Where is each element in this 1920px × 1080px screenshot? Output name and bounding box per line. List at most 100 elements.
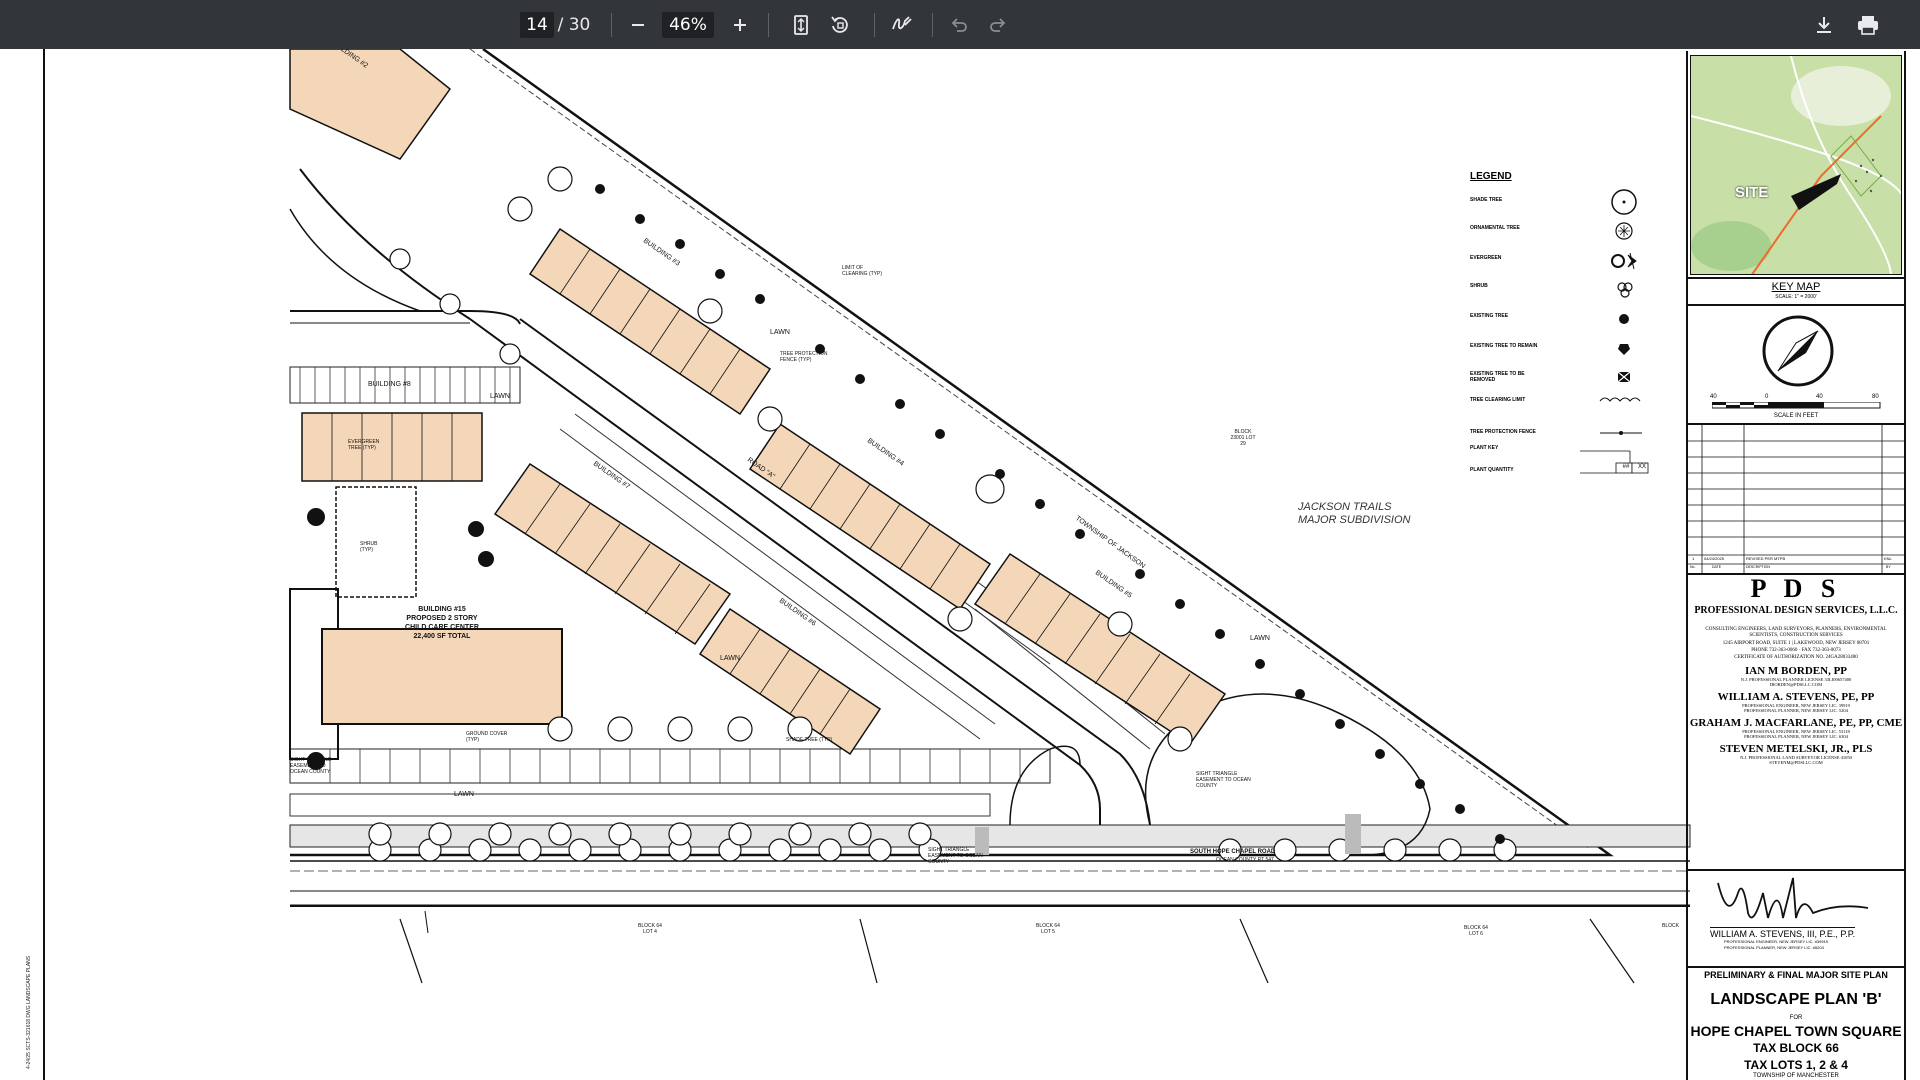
fit-page-button[interactable]: [783, 0, 819, 49]
revision-number: 1: [1692, 556, 1695, 561]
building-15-footprint: [321, 628, 563, 725]
toolbar-divider: [932, 13, 933, 37]
professional-email: IBORDEN@PDSLLC.COM: [1769, 682, 1823, 687]
firm-phone: PHONE 732-363-0060 · FAX 732-363-0073: [1751, 648, 1841, 653]
plus-icon: [734, 18, 746, 31]
legend-item-label: PLANT KEY: [1470, 445, 1499, 451]
road-route-label: OCEAN COUNTY RT 547: [1216, 857, 1274, 863]
fit-page-icon: [794, 14, 808, 35]
key-map-scale: SCALE: 1" = 2000': [1775, 294, 1817, 300]
building-15-desc-2: CHILD CARE CENTER: [405, 624, 479, 631]
firm-name: PROFESSIONAL DESIGN SERVICES, L.L.C.: [1694, 605, 1898, 616]
key-map-title: KEY MAP: [1771, 281, 1821, 293]
legend-item-label: EXISTING TREE TO BE REMOVED: [1470, 371, 1525, 383]
zoom-in-button[interactable]: [722, 0, 758, 49]
scale-caption: SCALE IN FEET: [1773, 413, 1819, 419]
block-lot-label: BLOCK 64 LOT 5: [1036, 923, 1060, 935]
legend-symbols: [1580, 189, 1649, 474]
scale-tick: 80: [1872, 394, 1879, 400]
print-button[interactable]: [1850, 0, 1886, 49]
lawn-label: LAWN: [490, 393, 510, 400]
limit-clearing-label: LIMIT OF CLEARING (TYP): [842, 265, 883, 277]
ground-cover-label: GROUND COVER (TYP): [466, 731, 508, 743]
legend-item-label: EXISTING TREE TO REMAIN: [1470, 343, 1538, 349]
professional-name: GRAHAM J. MACFARLANE, PE, PP, CME: [1689, 717, 1903, 729]
existing-tree-remain-symbol-icon: [1618, 344, 1630, 355]
download-button[interactable]: [1806, 0, 1842, 49]
revision-table: [1688, 425, 1904, 573]
plant-quantity-tag: XX: [1637, 464, 1646, 470]
block-lot-label: BLOCK 64 LOT 6: [1464, 925, 1488, 937]
file-path-side-text: 4-24/25 SCTS-321618 DWG LANDSCAPE PLANS: [26, 955, 32, 1069]
sight-triangle-right-label: SIGHT TRIANGLE EASEMENT TO OCEAN COUNTY: [1196, 771, 1251, 789]
redo-button[interactable]: [980, 0, 1016, 49]
rotate-icon: [831, 15, 848, 33]
building-15-area: 22,400 SF TOTAL: [413, 633, 471, 640]
clearing-limit-line-icon: [1599, 397, 1641, 402]
existing-tree-symbol-icon: [1619, 314, 1629, 324]
sheet-title: LANDSCAPE PLAN 'B': [1710, 991, 1882, 1008]
building-8-label: BUILDING #8: [368, 381, 411, 388]
scale-tick: 0: [1765, 394, 1769, 400]
professional-license: PROFESSIONAL PLANNER, NEW JERSEY LIC. 52…: [1744, 708, 1848, 713]
legend-item-label: PLANT QUANTITY: [1470, 467, 1514, 473]
firm-certificate: CERTIFICATE OF AUTHORIZATION NO. 24GA280…: [1734, 655, 1858, 660]
professional-name: WILLIAM A. STEVENS, PE, PP: [1717, 691, 1875, 703]
professional-license: PROFESSIONAL PLANNER, NEW JERSEY LIC. 63…: [1744, 734, 1848, 739]
rotate-button[interactable]: [822, 0, 858, 49]
tree-protection-label: TREE PROTECTION FENCE (TYP): [780, 351, 828, 363]
sight-triangle-left-label: SIGHT TRIANGLE EASEMENT TO OCEAN COUNTY: [290, 757, 332, 775]
building-2-footprint: [289, 49, 452, 160]
tax-lots: TAX LOTS 1, 2 & 4: [1744, 1058, 1848, 1072]
revision-by: KNL: [1884, 556, 1892, 561]
sheet-for: FOR: [1789, 1015, 1803, 1021]
page-total: / 30: [557, 14, 591, 35]
zoom-input[interactable]: 46%: [662, 11, 714, 38]
block-lot-label: BLOCK: [1662, 923, 1679, 929]
revision-header: No.: [1690, 565, 1696, 569]
signature-name: WILLIAM A. STEVENS, III, P.E., P.P.: [1710, 927, 1856, 939]
existing-tree-removed-symbol-icon: [1617, 371, 1631, 383]
annotate-button[interactable]: [884, 0, 920, 49]
lawn-label: LAWN: [770, 329, 790, 336]
page-number-input[interactable]: 14: [520, 11, 554, 38]
block-lot-label: BLOCK 23001 LOT 29: [1230, 429, 1256, 447]
legend-item-label: ORNAMENTAL TREE: [1470, 225, 1520, 231]
zoom-out-button[interactable]: [620, 0, 656, 49]
toolbar-divider: [611, 13, 612, 37]
professional-name: STEVEN METELSKI, JR., PLS: [1719, 743, 1873, 755]
redo-icon: [990, 17, 1006, 32]
north-arrow-icon: [1762, 315, 1834, 387]
undo-button[interactable]: [941, 0, 977, 49]
sheet-type: PRELIMINARY & FINAL MAJOR SITE PLAN: [1704, 970, 1888, 980]
download-icon: [1817, 16, 1831, 33]
sight-triangle-mid-label: SIGHT TRIANGLE EASEMENT TO OCEAN COUNTY: [928, 847, 983, 865]
document-viewport[interactable]: BUILDING #3 BUILDING #4 BUILDING #5 BUIL…: [0, 49, 1920, 1080]
shrub-label: SHRUB (TYP): [360, 541, 378, 553]
firm-address: 1245 AIRPORT ROAD, SUITE 1 | LAKEWOOD, N…: [1722, 641, 1870, 646]
building-15-name: BUILDING #15: [418, 606, 466, 613]
firm-logo: P D S: [1750, 574, 1842, 603]
block-lot-label: BLOCK 64 LOT 4: [638, 923, 662, 935]
subdivision-name-label: JACKSON TRAILS: [1298, 501, 1392, 513]
legend-item-label: EXISTING TREE: [1470, 313, 1509, 319]
building-15-label: BUILDING #15 PROPOSED 2 STORY CHILD CARE…: [322, 605, 562, 641]
evergreen-symbol-icon: [1611, 252, 1637, 270]
revision-description: REVISED PER MTPB: [1746, 556, 1786, 561]
scale-tick: 40: [1710, 394, 1717, 400]
signature-license: PROFESSIONAL PLANNER, NEW JERSEY LIC. #5…: [1724, 945, 1824, 950]
firm-services: CONSULTING ENGINEERS, LAND SURVEYORS, PL…: [1705, 627, 1887, 638]
evergreen-tree-label: EVERGREEN TREE (TYP): [348, 439, 380, 451]
pdf-toolbar: 14 / 30 46%: [0, 0, 1920, 49]
toolbar-divider: [874, 13, 875, 37]
key-map: SITE: [1690, 55, 1902, 275]
print-icon: [1858, 15, 1878, 35]
revision-date: 04/24/2025: [1704, 556, 1725, 561]
key-map-image: [1691, 56, 1901, 274]
legend-item-label: TREE PROTECTION FENCE: [1470, 429, 1536, 435]
lawn-label: LAWN: [1250, 635, 1270, 642]
title-block: SITE KEY MAP SCALE: 1" = 2000' 40 0 40 8…: [1686, 51, 1906, 1080]
professional-list: IAN M BORDEN, PP N.J. PROFESSIONAL PLANN…: [1688, 665, 1904, 765]
legend-item-label: TREE CLEARING LIMIT: [1470, 397, 1526, 403]
toolbar-divider: [768, 13, 769, 37]
